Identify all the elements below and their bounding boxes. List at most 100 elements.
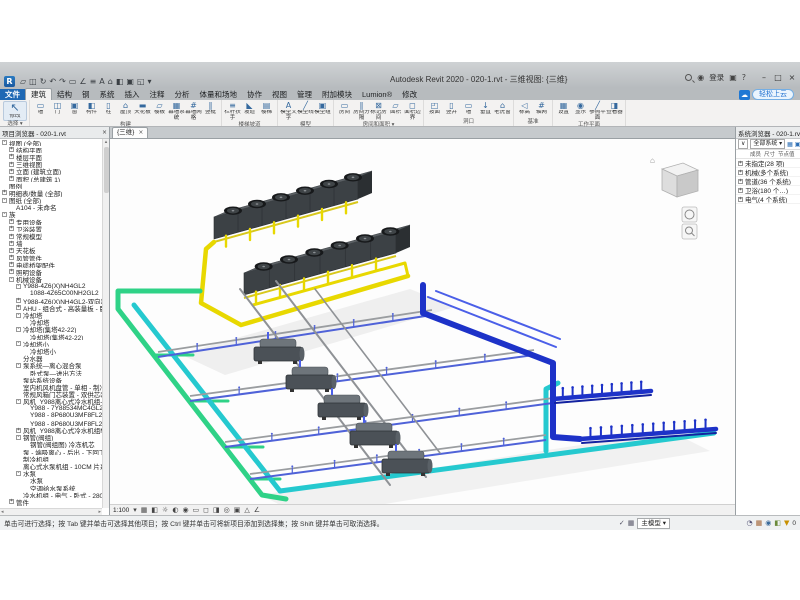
ribbon-button-修改[interactable]: ↖修改 bbox=[3, 101, 27, 121]
constraints-icon[interactable]: ∠ bbox=[254, 505, 260, 515]
tree-item[interactable]: +泵 - 端吸离心 - 后出 - 下回下出 bbox=[0, 448, 102, 455]
ribbon-button-老虎窗[interactable]: ⌂老虎窗 bbox=[494, 101, 511, 116]
tree-item[interactable]: +常规风箱门芯装置 - 双供芯装量 - 底别钢芯 bbox=[0, 391, 102, 398]
tree-item[interactable]: -水泵 bbox=[0, 470, 102, 477]
ribbon-button-面积边界[interactable]: ◻面积边界 bbox=[404, 101, 421, 122]
expand-icon[interactable]: + bbox=[9, 219, 14, 224]
detail-level-icon[interactable]: ▦ bbox=[141, 505, 148, 515]
expand-icon[interactable]: - bbox=[16, 327, 21, 332]
tree-item[interactable]: -风机_Y988离心式冷水机组-双向装置 bbox=[0, 398, 102, 405]
tree-item[interactable]: -机械设备 bbox=[0, 276, 102, 283]
ribbon-button-构件[interactable]: ◧构件 bbox=[83, 101, 100, 116]
ribbon-button-模型文字[interactable]: A模型文字 bbox=[280, 101, 297, 122]
expand-icon[interactable]: + bbox=[9, 269, 14, 274]
expand-icon[interactable]: - bbox=[16, 313, 21, 318]
tree-item[interactable]: +冷却塔(集塔42-22) bbox=[0, 333, 102, 340]
expand-icon[interactable]: + bbox=[9, 147, 14, 152]
show-crop-region-icon[interactable]: ◻ bbox=[203, 505, 209, 515]
tree-item[interactable]: +卧式泵—进出方法 bbox=[0, 369, 102, 376]
revit-app-menu-button[interactable]: R bbox=[4, 76, 15, 87]
tree-item[interactable]: +水泵 bbox=[0, 477, 102, 484]
ribbon-button-房间分隔[interactable]: ∥房间分隔 bbox=[353, 101, 370, 122]
cooling-tower-bank-front[interactable] bbox=[244, 225, 410, 298]
tree-item[interactable]: +钢管(阀组图) 冷冻机芯 bbox=[0, 441, 102, 448]
tree-item[interactable]: +冷却塔 bbox=[0, 319, 102, 326]
ribbon-tab-9[interactable]: 协作 bbox=[242, 89, 267, 100]
expand-icon[interactable]: + bbox=[9, 154, 14, 159]
ribbon-button-按面[interactable]: ◰按面 bbox=[426, 101, 443, 116]
ribbon-button-模型线[interactable]: ╱模型线 bbox=[297, 101, 314, 116]
print-icon[interactable]: ▭ bbox=[69, 77, 77, 86]
ribbon-tab-11[interactable]: 管理 bbox=[292, 89, 317, 100]
system-browser-row[interactable]: +未指定(28 项) bbox=[736, 159, 800, 168]
section-icon[interactable]: ◧ bbox=[116, 77, 124, 86]
tree-item[interactable]: +楼层平面 bbox=[0, 153, 102, 160]
ribbon-button-轴网[interactable]: #轴网 bbox=[533, 101, 550, 116]
tree-item[interactable]: +空调给水泵系统 bbox=[0, 484, 102, 491]
expand-icon[interactable]: - bbox=[9, 277, 14, 282]
expand-icon[interactable]: + bbox=[9, 226, 14, 231]
ribbon-tab-4[interactable]: 系统 bbox=[95, 89, 120, 100]
tag-icon[interactable]: ▣ bbox=[126, 77, 134, 86]
tree-item[interactable]: +天花板 bbox=[0, 247, 102, 254]
select-links-icon[interactable]: ▦ bbox=[756, 518, 763, 528]
sign-in-button[interactable]: 登录 bbox=[709, 72, 724, 83]
chiller-unit[interactable] bbox=[382, 444, 433, 476]
tree-item[interactable]: -冷却塔 bbox=[0, 312, 102, 319]
temporary-hide-isolate-icon[interactable]: ◨ bbox=[213, 505, 220, 515]
design-options-dropdown[interactable]: 主模型 ▾ bbox=[637, 518, 670, 529]
expand-icon[interactable]: - bbox=[16, 471, 21, 476]
ribbon-tab-10[interactable]: 视图 bbox=[267, 89, 292, 100]
horizontal-scrollbar[interactable]: ◂▸ bbox=[0, 508, 102, 515]
close-icon[interactable]: × bbox=[787, 73, 797, 82]
expand-icon[interactable]: + bbox=[738, 161, 743, 166]
sun-path-icon[interactable]: ☼ bbox=[162, 505, 168, 515]
measure-icon[interactable]: ∠ bbox=[79, 77, 86, 86]
select-pinned-icon[interactable]: ◉ bbox=[765, 518, 771, 528]
close-view-icon[interactable]: × bbox=[138, 128, 143, 138]
ribbon-button-标高[interactable]: ◁标高 bbox=[516, 101, 533, 116]
select-underlay-icon[interactable]: ◧ bbox=[774, 518, 781, 528]
ribbon-button-垂直[interactable]: ↓垂直 bbox=[477, 101, 494, 116]
shadows-icon[interactable]: ◐ bbox=[172, 505, 178, 515]
filter-icon[interactable]: ▼ bbox=[784, 518, 789, 528]
customize-qat-icon[interactable]: ▾ bbox=[148, 77, 152, 86]
3d-view-canvas[interactable]: ⌂ bbox=[110, 139, 735, 504]
expand-icon[interactable]: + bbox=[9, 162, 14, 167]
expand-icon[interactable]: + bbox=[9, 248, 14, 253]
reveal-hidden-elements-icon[interactable]: ◎ bbox=[224, 505, 230, 515]
ribbon-button-查看器[interactable]: ◨查看器 bbox=[606, 101, 623, 116]
tree-item[interactable]: +冷却塔小 bbox=[0, 347, 102, 354]
expand-icon[interactable]: - bbox=[2, 212, 7, 217]
ribbon-tab-1[interactable]: 建筑 bbox=[25, 88, 52, 100]
ribbon-button-竖井[interactable]: ▯竖井 bbox=[443, 101, 460, 116]
expand-icon[interactable]: - bbox=[2, 140, 7, 145]
search-icon[interactable] bbox=[685, 74, 692, 81]
tree-item[interactable]: +Y988 - 7Y88534MC4GL2 bbox=[0, 405, 102, 412]
cloud-upload-button[interactable]: 轻松上云 bbox=[752, 89, 794, 100]
tree-item[interactable]: -视图 (全部) bbox=[0, 139, 102, 146]
tree-item[interactable]: +电缆桥架配件 bbox=[0, 261, 102, 268]
background-processes-icon[interactable]: ◔ bbox=[747, 518, 753, 528]
switch-windows-icon[interactable]: ◱ bbox=[137, 77, 145, 86]
ribbon-tab-0[interactable]: 文件 bbox=[0, 89, 25, 100]
ribbon-button-柱[interactable]: ▯柱 bbox=[100, 101, 117, 116]
ribbon-tab-3[interactable]: 钢 bbox=[77, 89, 95, 100]
expand-all-icon[interactable]: ▦ bbox=[787, 141, 793, 148]
ribbon-button-幕墙网格[interactable]: #幕墙网格 bbox=[185, 101, 202, 122]
system-browser-row[interactable]: +管道(36 个系统) bbox=[736, 177, 800, 186]
tree-item[interactable]: +立面 (建筑立面) bbox=[0, 168, 102, 175]
ribbon-button-墙[interactable]: ▭墙 bbox=[32, 101, 49, 116]
ribbon-tab-2[interactable]: 结构 bbox=[52, 89, 77, 100]
expand-icon[interactable]: + bbox=[738, 197, 743, 202]
system-browser-row[interactable]: +卫浴(180 个…) bbox=[736, 186, 800, 195]
ribbon-button-参照平面[interactable]: ╱参照平面 bbox=[589, 101, 606, 122]
tree-item[interactable]: +室内机风机盘管 - 单相 - 制冷进水留口带桥盖 bbox=[0, 383, 102, 390]
ribbon-button-房间[interactable]: ▭房间 bbox=[336, 101, 353, 116]
help-icon[interactable]: ? bbox=[742, 73, 746, 82]
ribbon-button-窗[interactable]: ▣窗 bbox=[66, 101, 83, 116]
cloud-upload-icon[interactable]: ☁ bbox=[739, 90, 750, 100]
temporary-view-properties-icon[interactable]: ▣ bbox=[234, 505, 241, 515]
expand-icon[interactable]: + bbox=[9, 262, 14, 267]
default-3d-view-icon[interactable]: ⌂ bbox=[108, 77, 113, 86]
